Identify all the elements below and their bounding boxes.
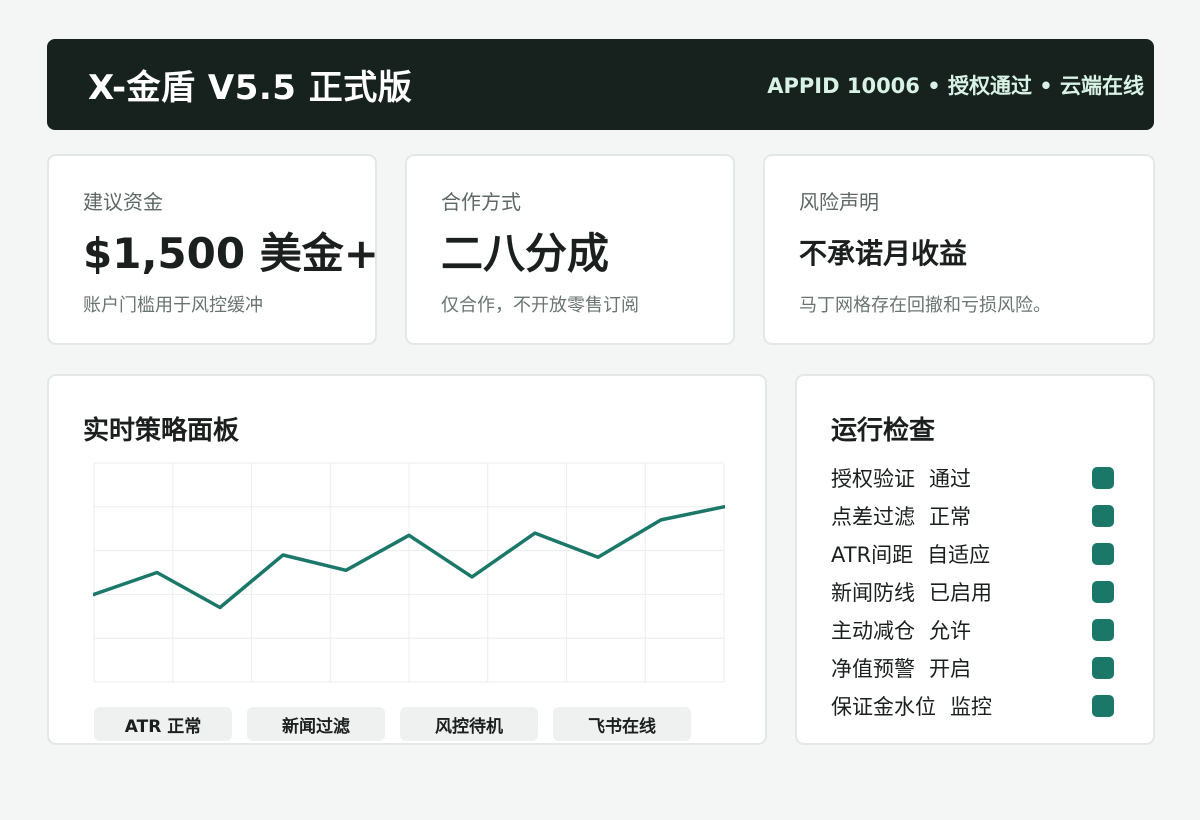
stat-value: 二八分成 bbox=[441, 229, 610, 278]
stat-card-capital: 建议资金 $1,500 美金+ 账户门槛用于风控缓冲 bbox=[47, 154, 379, 345]
app-title: X-金盾 V5.5 正式版 bbox=[88, 68, 413, 108]
check-row-reduce: 主动减仓 允许 bbox=[831, 611, 1114, 649]
status-indicator-icon bbox=[1092, 543, 1114, 565]
strategy-line-chart bbox=[93, 462, 725, 683]
check-name: ATR间距 bbox=[831, 543, 914, 567]
check-name: 授权验证 bbox=[831, 467, 915, 491]
status-indicator-icon bbox=[1092, 657, 1114, 679]
status-indicator-icon bbox=[1092, 581, 1114, 603]
check-value: 自适应 bbox=[927, 543, 991, 567]
stat-value: 不承诺月收益 bbox=[799, 237, 968, 270]
panel-title: 实时策略面板 bbox=[83, 416, 240, 446]
check-list: 授权验证 通过 点差过滤 正常 ATR间距 自适应 新闻防线 已启用 主动减仓 … bbox=[831, 459, 1114, 725]
status-indicator-icon bbox=[1092, 619, 1114, 641]
stat-value: $1,500 美金+ bbox=[83, 229, 379, 278]
check-name: 点差过滤 bbox=[831, 505, 915, 529]
check-row-spread: 点差过滤 正常 bbox=[831, 497, 1114, 535]
check-row-news: 新闻防线 已启用 bbox=[831, 573, 1114, 611]
stat-label: 建议资金 bbox=[83, 190, 163, 214]
checks-title: 运行检查 bbox=[831, 416, 936, 446]
strategy-panel: 实时策略面板 ATR 正常 新闻过滤 风控待机 飞书在线 bbox=[47, 374, 767, 745]
stat-note: 马丁网格存在回撤和亏损风险。 bbox=[799, 295, 1051, 316]
check-row-atr: ATR间距 自适应 bbox=[831, 535, 1114, 573]
check-name: 净值预警 bbox=[831, 657, 915, 681]
status-indicator-icon bbox=[1092, 695, 1114, 717]
status-indicator-icon bbox=[1092, 467, 1114, 489]
check-name: 主动减仓 bbox=[831, 619, 915, 643]
check-value: 开启 bbox=[929, 657, 971, 681]
status-chips: ATR 正常 新闻过滤 风控待机 飞书在线 bbox=[94, 707, 691, 741]
check-value: 已启用 bbox=[929, 581, 992, 605]
stat-note: 账户门槛用于风控缓冲 bbox=[83, 295, 263, 316]
status-indicator-icon bbox=[1092, 505, 1114, 527]
check-row-margin: 保证金水位 监控 bbox=[831, 687, 1114, 725]
stat-card-risk: 风险声明 不承诺月收益 马丁网格存在回撤和亏损风险。 bbox=[763, 154, 1155, 345]
check-name: 新闻防线 bbox=[831, 581, 915, 605]
stat-label: 合作方式 bbox=[441, 190, 521, 214]
check-name: 保证金水位 bbox=[831, 695, 936, 719]
check-value: 监控 bbox=[950, 695, 992, 719]
chip-feishu-online[interactable]: 飞书在线 bbox=[553, 707, 691, 741]
chip-news-filter[interactable]: 新闻过滤 bbox=[247, 707, 385, 741]
chip-atr[interactable]: ATR 正常 bbox=[94, 707, 232, 741]
stat-card-cooperation: 合作方式 二八分成 仅合作，不开放零售订阅 bbox=[405, 154, 735, 345]
app-header: X-金盾 V5.5 正式版 APPID 10006 • 授权通过 • 云端在线 bbox=[47, 39, 1154, 130]
check-value: 允许 bbox=[929, 619, 971, 643]
run-checks-panel: 运行检查 授权验证 通过 点差过滤 正常 ATR间距 自适应 新闻防线 已启用 … bbox=[795, 374, 1155, 745]
check-value: 通过 bbox=[929, 467, 971, 491]
check-row-equity: 净值预警 开启 bbox=[831, 649, 1114, 687]
check-row-license: 授权验证 通过 bbox=[831, 459, 1114, 497]
check-value: 正常 bbox=[929, 505, 971, 529]
stat-label: 风险声明 bbox=[799, 190, 879, 214]
stat-note: 仅合作，不开放零售订阅 bbox=[441, 295, 639, 316]
license-status: APPID 10006 • 授权通过 • 云端在线 bbox=[767, 73, 1144, 98]
chip-risk-standby[interactable]: 风控待机 bbox=[400, 707, 538, 741]
